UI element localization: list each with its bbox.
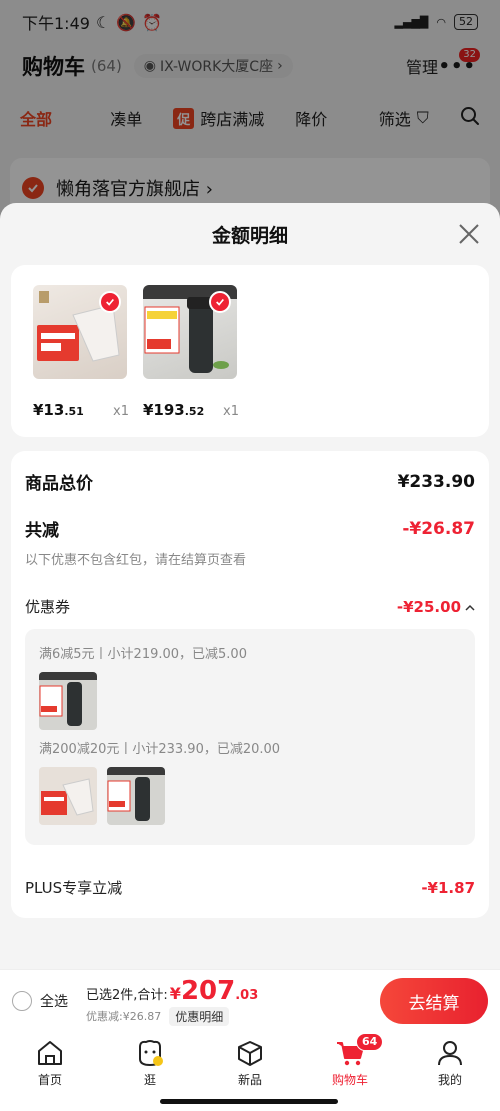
- total-yen: ¥: [169, 983, 181, 1003]
- coupon-rule: 满200减20元丨小计233.90，已减20.00: [39, 742, 281, 757]
- select-all-label[interactable]: 全选: [40, 991, 68, 1011]
- nav-label: 新品: [237, 1073, 262, 1087]
- amount-detail-sheet: 金额明细 ¥13.51 x1 ¥193.52 x1 商品总价 ¥233.90 共…: [0, 203, 500, 969]
- product-price: ¥13.51: [33, 401, 84, 419]
- person-icon: [435, 1039, 465, 1067]
- nav-item-me[interactable]: 我的: [400, 1031, 500, 1111]
- discount-note: 以下优惠不包含红包，请在结算页查看: [25, 553, 247, 568]
- product-image-tumbler: [143, 285, 237, 379]
- discount-row: 共减 -¥26.87: [25, 516, 475, 542]
- total-label: 商品总价: [25, 474, 93, 494]
- total-amount-int: 207: [180, 975, 236, 1006]
- chevron-up-icon: [465, 598, 475, 616]
- nav-label: 逛: [143, 1073, 156, 1087]
- nav-item-home[interactable]: 首页: [0, 1031, 100, 1111]
- plus-label: PLUS专享立减: [25, 879, 123, 897]
- checkout-button[interactable]: 去结算: [380, 978, 488, 1024]
- discount-text: 优惠减:¥26.87: [86, 1010, 162, 1023]
- nav-label: 首页: [37, 1073, 62, 1087]
- discount-value: -¥26.87: [402, 518, 475, 539]
- products-card: ¥13.51 x1 ¥193.52 x1: [11, 265, 489, 437]
- home-indicator[interactable]: [160, 1099, 338, 1104]
- total-amount-dec: .03: [235, 987, 259, 1003]
- home-icon: [35, 1039, 65, 1067]
- sheet-header: 金额明细: [0, 203, 500, 265]
- cart-badge: 64: [356, 1033, 384, 1051]
- mascot-icon: [135, 1039, 165, 1067]
- checkout-bar: 全选 已选2件,合计: ¥ 207 .03 优惠减:¥26.87 优惠明细 去结…: [0, 969, 500, 1031]
- box-icon: [235, 1039, 265, 1067]
- total-value: ¥233.90: [397, 471, 475, 492]
- discount-label: 共减: [25, 521, 59, 541]
- mini-product-tumbler: [39, 672, 97, 730]
- product-qty: x1: [113, 404, 129, 419]
- plus-row: PLUS专享立减 -¥1.87: [25, 877, 475, 898]
- check-icon[interactable]: [99, 291, 121, 313]
- amount-detail-card: 商品总价 ¥233.90 共减 -¥26.87 以下优惠不包含红包，请在结算页查…: [11, 451, 489, 918]
- coupon-value[interactable]: -¥25.00: [397, 598, 475, 616]
- nav-label: 我的: [437, 1073, 462, 1087]
- coupon-label: 优惠券: [25, 598, 71, 616]
- close-icon[interactable]: [458, 223, 480, 245]
- coupon-row[interactable]: 优惠券 -¥25.00: [25, 596, 475, 617]
- checkout-summary: 已选2件,合计: ¥ 207 .03 优惠减:¥26.87 优惠明细: [86, 976, 258, 1026]
- coupon-detail-box: 满6减5元丨小计219.00，已减5.00 满200减20元丨小计233.90，…: [25, 629, 475, 845]
- dim-overlay[interactable]: [0, 0, 500, 210]
- plus-value: -¥1.87: [421, 878, 475, 897]
- product-item[interactable]: ¥13.51 x1: [33, 285, 129, 419]
- total-row: 商品总价 ¥233.90: [25, 469, 475, 495]
- product-qty: x1: [223, 404, 239, 419]
- discount-detail-button[interactable]: 优惠明细: [169, 1006, 230, 1026]
- bottom-nav: 首页 逛 新品 64 购物车 我的: [0, 1031, 500, 1111]
- nav-label: 购物车: [331, 1073, 368, 1087]
- check-icon[interactable]: [209, 291, 231, 313]
- select-all-radio[interactable]: [12, 990, 32, 1011]
- product-item[interactable]: ¥193.52 x1: [143, 285, 239, 419]
- selected-text: 已选2件,合计:: [86, 987, 168, 1003]
- sheet-title: 金额明细: [211, 224, 288, 247]
- product-price: ¥193.52: [143, 401, 205, 419]
- coupon-rule: 满6减5元丨小计219.00，已减5.00: [39, 647, 247, 662]
- mini-product-hanger: [39, 767, 97, 825]
- product-image-hanger: [33, 285, 127, 379]
- mini-product-tumbler: [107, 767, 165, 825]
